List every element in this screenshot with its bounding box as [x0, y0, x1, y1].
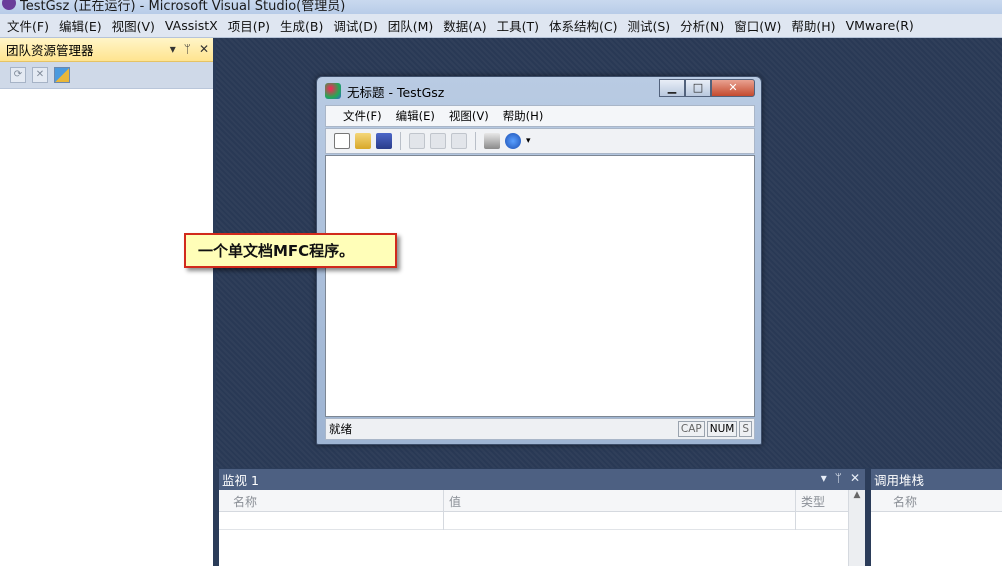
- menu-file[interactable]: 文件(F): [2, 16, 54, 35]
- open-icon[interactable]: [355, 133, 371, 149]
- menu-vmware[interactable]: VMware(R): [841, 18, 919, 33]
- menu-build[interactable]: 生成(B): [275, 16, 328, 35]
- ide-menubar: 文件(F) 编辑(E) 视图(V) VAssistX 项目(P) 生成(B) 调…: [0, 14, 1002, 38]
- help-icon[interactable]: [505, 133, 521, 149]
- menu-project[interactable]: 项目(P): [223, 16, 275, 35]
- menu-team[interactable]: 团队(M): [383, 16, 439, 35]
- menu-tools[interactable]: 工具(T): [492, 16, 544, 35]
- table-row[interactable]: [219, 512, 865, 530]
- mfc-menu-view[interactable]: 视图(V): [442, 108, 496, 124]
- dropdown-icon[interactable]: ▾: [821, 471, 827, 485]
- mfc-app-icon: [325, 83, 341, 99]
- mfc-document-view[interactable]: [325, 155, 755, 417]
- column-name[interactable]: 名称: [893, 493, 917, 510]
- watch-panel: 监视 1 ▾ ᛘ ✕ 名称 值 类型 ▲: [219, 469, 865, 566]
- watch-grid-header: 名称 值 类型: [219, 490, 865, 530]
- mfc-statusbar: 就绪 CAP NUM S: [325, 418, 755, 440]
- mfc-toolbar: ▾: [325, 128, 755, 154]
- copy-icon[interactable]: [430, 133, 446, 149]
- ide-titlebar: TestGsz (正在运行) - Microsoft Visual Studio…: [0, 0, 1002, 14]
- minimize-button[interactable]: ▁: [659, 79, 685, 97]
- menu-data[interactable]: 数据(A): [438, 16, 491, 35]
- status-text: 就绪: [329, 422, 352, 436]
- team-explorer-panel: 团队资源管理器 ▾ ᛘ ✕ ⟳ ✕: [0, 38, 216, 566]
- mfc-title: 无标题 - TestGsz: [347, 84, 445, 100]
- close-icon[interactable]: ✕: [199, 42, 209, 56]
- stop-icon[interactable]: ✕: [32, 67, 48, 83]
- dropdown-icon[interactable]: ▾: [170, 42, 176, 56]
- menu-architecture[interactable]: 体系结构(C): [544, 16, 622, 35]
- num-indicator: NUM: [706, 421, 738, 437]
- menu-view[interactable]: 视图(V): [107, 16, 160, 35]
- watch-header: 监视 1 ▾ ᛘ ✕: [219, 469, 865, 490]
- menu-analyze[interactable]: 分析(N): [675, 16, 729, 35]
- watch-title: 监视 1: [222, 473, 259, 488]
- menu-test[interactable]: 测试(S): [622, 16, 675, 35]
- menu-edit[interactable]: 编辑(E): [54, 16, 107, 35]
- callstack-grid-header: 名称: [871, 490, 1002, 512]
- maximize-button[interactable]: □: [685, 79, 711, 97]
- team-explorer-toolbar: ⟳ ✕: [0, 62, 213, 89]
- print-icon[interactable]: [484, 133, 500, 149]
- column-value[interactable]: 值: [449, 493, 461, 510]
- mfc-menu-help[interactable]: 帮助(H): [496, 108, 551, 124]
- toolbar-separator: [475, 132, 476, 150]
- mfc-window-controls: ▁ □ ✕: [659, 79, 755, 97]
- cut-icon[interactable]: [409, 133, 425, 149]
- team-explorer-title: 团队资源管理器: [6, 43, 94, 58]
- pin-icon[interactable]: ᛘ: [184, 42, 191, 56]
- paste-icon[interactable]: [451, 133, 467, 149]
- cap-indicator: CAP: [677, 421, 705, 437]
- mfc-menu-file[interactable]: 文件(F): [336, 108, 389, 124]
- mfc-titlebar: 无标题 - TestGsz: [325, 81, 444, 101]
- mfc-menubar: 文件(F) 编辑(E) 视图(V) 帮助(H): [325, 105, 755, 127]
- close-icon[interactable]: ✕: [850, 471, 860, 485]
- menu-debug[interactable]: 调试(D): [328, 16, 382, 35]
- close-button[interactable]: ✕: [711, 79, 755, 97]
- scrl-indicator: S: [739, 421, 752, 437]
- visual-studio-icon: [2, 0, 16, 10]
- column-type[interactable]: 类型: [801, 493, 825, 510]
- menu-help[interactable]: 帮助(H): [786, 16, 840, 35]
- callout-text: 一个单文档MFC程序。: [198, 242, 355, 260]
- new-icon[interactable]: [334, 133, 350, 149]
- ide-title: TestGsz (正在运行) - Microsoft Visual Studio…: [20, 0, 346, 14]
- annotation-callout: 一个单文档MFC程序。: [184, 233, 397, 268]
- callstack-panel: 调用堆栈 名称: [871, 469, 1002, 566]
- pin-icon[interactable]: ᛘ: [835, 471, 842, 485]
- menu-vassistx[interactable]: VAssistX: [160, 18, 223, 33]
- toolbar-dropdown-icon[interactable]: ▾: [526, 136, 531, 146]
- callstack-title: 调用堆栈: [874, 473, 925, 488]
- mfc-menu-edit[interactable]: 编辑(E): [389, 108, 442, 124]
- team-project-icon[interactable]: [54, 67, 70, 83]
- callstack-header: 调用堆栈: [871, 469, 1002, 490]
- watch-scrollbar[interactable]: ▲: [848, 490, 865, 566]
- column-name[interactable]: 名称: [233, 493, 257, 510]
- toolbar-separator: [400, 132, 401, 150]
- team-explorer-header: 团队资源管理器 ▾ ᛘ ✕: [0, 38, 213, 62]
- refresh-icon[interactable]: ⟳: [10, 67, 26, 83]
- menu-window[interactable]: 窗口(W): [729, 16, 786, 35]
- save-icon[interactable]: [376, 133, 392, 149]
